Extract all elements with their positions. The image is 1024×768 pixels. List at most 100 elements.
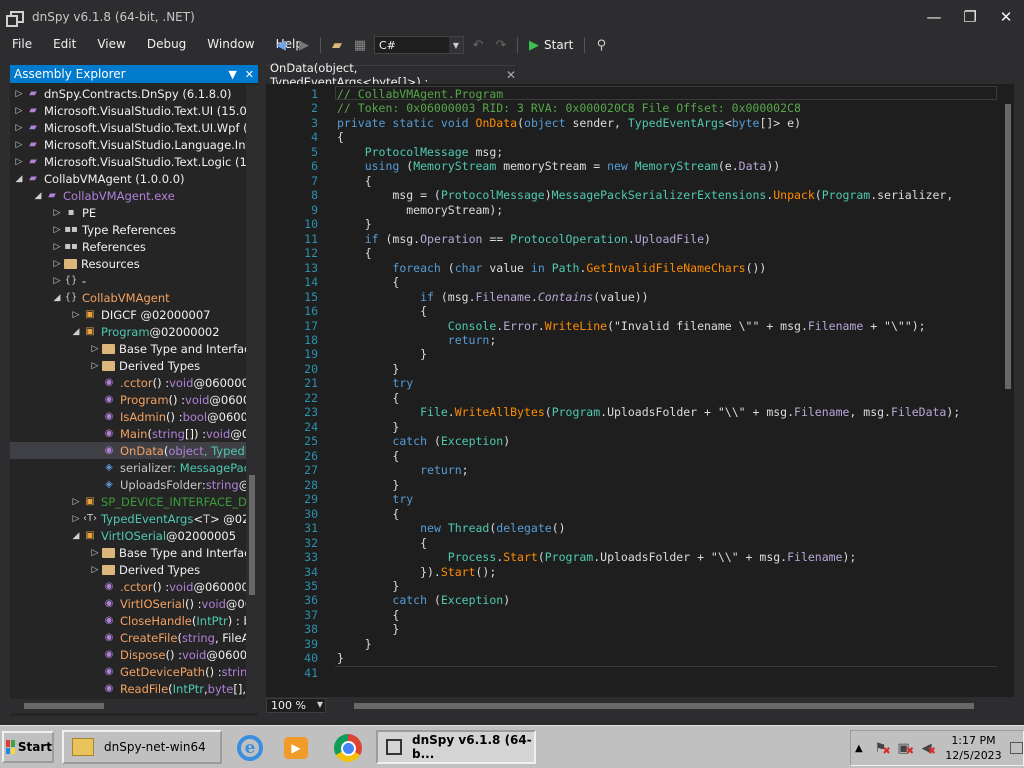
- menu-window[interactable]: Window: [195, 37, 263, 51]
- menu-debug[interactable]: Debug: [135, 37, 195, 51]
- collapsed-arrow-icon[interactable]: ▷: [90, 565, 100, 575]
- tree-item[interactable]: ▷‹T›TypedEventArgs<T> @0200: [10, 510, 246, 527]
- undo-icon[interactable]: ↶: [469, 36, 487, 54]
- tree-item[interactable]: ▷ ▰ dnSpy.Contracts.DnSpy (6.1.8.0): [10, 85, 246, 102]
- tree-item[interactable]: ◈UploadsFolder : string @: [10, 476, 246, 493]
- tree-item[interactable]: ▷ ▪▪ Type References: [10, 221, 246, 238]
- scrollbar-thumb[interactable]: [1005, 104, 1011, 389]
- internet-explorer-icon[interactable]: e: [234, 732, 266, 764]
- collapsed-arrow-icon[interactable]: ▷: [52, 259, 62, 269]
- collapsed-arrow-icon[interactable]: ▷: [90, 361, 100, 371]
- tree-item[interactable]: ▷ ▰ Microsoft.VisualStudio.Text.UI.Wpf (15…: [10, 119, 246, 136]
- tree-item[interactable]: ◉ Dispose() : void @06000: [10, 646, 246, 663]
- tree-item[interactable]: ◉OnData(object, TypedEv: [10, 442, 246, 459]
- expanded-arrow-icon[interactable]: ◢: [71, 327, 81, 337]
- navigate-back-icon[interactable]: ◀: [272, 36, 290, 54]
- start-debugging-button[interactable]: ▶ Start: [525, 38, 577, 53]
- tree-item[interactable]: ▷ ▰ Microsoft.VisualStudio.Text.UI (15.0.0…: [10, 102, 246, 119]
- editor-vertical-scrollbar[interactable]: [1002, 84, 1014, 684]
- tree-item[interactable]: ◈ serializer : MessagePack: [10, 459, 246, 476]
- media-player-icon[interactable]: ▶: [280, 732, 312, 764]
- scrollbar-thumb[interactable]: [354, 703, 974, 709]
- tree-item[interactable]: ◉ IsAdmin() : bool @06000: [10, 408, 246, 425]
- volume-icon[interactable]: ◀ ✖: [920, 740, 937, 757]
- expanded-arrow-icon[interactable]: ◢: [14, 174, 24, 184]
- tree-item[interactable]: ◉ ReadFile(IntPtr, byte [],: [10, 680, 246, 697]
- taskbar-item-dnspy[interactable]: dnSpy v6.1.8 (64-b...: [376, 730, 536, 764]
- close-button[interactable]: ✕: [988, 0, 1024, 34]
- tree-item[interactable]: ▷ Derived Types: [10, 561, 246, 578]
- tree-item[interactable]: ◉CloseHandle(IntPtr) : bo: [10, 612, 246, 629]
- tree-item[interactable]: ◉Main(string[]) : void @06: [10, 425, 246, 442]
- menu-file[interactable]: File: [0, 37, 41, 51]
- tree-item[interactable]: ◉CreateFile(string, FileAcc: [10, 629, 246, 646]
- tree-item[interactable]: ▷ ▪ PE: [10, 204, 246, 221]
- tree-item[interactable]: ▷ ▣ DIGCF @02000007: [10, 306, 246, 323]
- chrome-icon[interactable]: [332, 732, 364, 764]
- tree-item[interactable]: ◉ Program() : void @06000: [10, 391, 246, 408]
- panel-close-icon[interactable]: ✕: [245, 68, 254, 81]
- tree-item[interactable]: ◢ ▣ VirtIOSerial @02000005: [10, 527, 246, 544]
- zoom-select[interactable]: 100 % ▼: [266, 698, 326, 713]
- tree-horizontal-scrollbar[interactable]: [10, 699, 258, 713]
- tree-item[interactable]: ◉ VirtIOSerial() : void @06: [10, 595, 246, 612]
- redo-icon[interactable]: ↷: [492, 36, 510, 54]
- menu-view[interactable]: View: [85, 37, 134, 51]
- start-button[interactable]: Start: [2, 731, 54, 763]
- tree-item[interactable]: ◉ .cctor() : void @0600000: [10, 374, 246, 391]
- tree-item[interactable]: ◉ .cctor() : void @060000: [10, 578, 246, 595]
- open-list-icon[interactable]: ▦: [351, 36, 369, 54]
- editor-horizontal-scrollbar[interactable]: [342, 699, 1010, 712]
- collapsed-arrow-icon[interactable]: ▷: [14, 140, 24, 150]
- minimize-button[interactable]: —: [916, 0, 952, 34]
- tree-item[interactable]: ▷ ▪▪ References: [10, 238, 246, 255]
- panel-dropdown-icon[interactable]: ▼: [228, 68, 236, 81]
- show-hidden-icons-icon[interactable]: ▲: [855, 743, 868, 754]
- scrollbar-thumb[interactable]: [249, 475, 255, 595]
- menu-edit[interactable]: Edit: [41, 37, 85, 51]
- tree-item[interactable]: ▷ Base Type and Interface: [10, 340, 246, 357]
- tree-vertical-scrollbar[interactable]: [246, 85, 258, 705]
- expanded-arrow-icon[interactable]: ◢: [52, 293, 62, 303]
- collapsed-arrow-icon[interactable]: ▷: [90, 548, 100, 558]
- tree-item[interactable]: ◢ ▣ Program @02000002: [10, 323, 246, 340]
- tree-item[interactable]: ▷ ▰ Microsoft.VisualStudio.Language.Intell…: [10, 136, 246, 153]
- open-file-icon[interactable]: ▰: [328, 36, 346, 54]
- navigate-forward-icon[interactable]: ▶: [295, 36, 313, 54]
- tree-item[interactable]: ▷ Derived Types: [10, 357, 246, 374]
- clock[interactable]: 1:17 PM 12/5/2023: [945, 733, 1001, 763]
- tree-item[interactable]: ◢{} CollabVMAgent: [10, 289, 246, 306]
- tree-item[interactable]: ◢ ▰ CollabVMAgent (1.0.0.0): [10, 170, 246, 187]
- collapsed-arrow-icon[interactable]: ▷: [14, 123, 24, 133]
- notifications-icon[interactable]: [1009, 742, 1024, 754]
- tree-item[interactable]: ▷ ▣ SP_DEVICE_INTERFACE_DA: [10, 493, 246, 510]
- taskbar-item-explorer[interactable]: dnSpy-net-win64: [62, 730, 222, 764]
- tab-close-icon[interactable]: ✕: [506, 68, 516, 82]
- tree-item[interactable]: ◉ GetDevicePath() : string: [10, 663, 246, 680]
- collapsed-arrow-icon[interactable]: ▷: [52, 208, 62, 218]
- tree-item[interactable]: ▷ Base Type and Interface: [10, 544, 246, 561]
- collapsed-arrow-icon[interactable]: ▷: [71, 310, 81, 320]
- code-editor[interactable]: 1 // CollabVMAgent.Program 2 // Token: 0x06…: [266, 84, 1014, 697]
- search-icon[interactable]: ⚲: [592, 36, 610, 54]
- tree-item[interactable]: ▷ ▰ Microsoft.VisualStudio.Text.Logic (15.…: [10, 153, 246, 170]
- collapsed-arrow-icon[interactable]: ▷: [14, 157, 24, 167]
- language-select[interactable]: C# ▼: [374, 36, 464, 54]
- collapsed-arrow-icon[interactable]: ▷: [52, 242, 62, 252]
- tree-item[interactable]: ▷ Resources: [10, 255, 246, 272]
- scrollbar-thumb[interactable]: [24, 703, 104, 709]
- assembly-tree[interactable]: ▷ ▰ dnSpy.Contracts.DnSpy (6.1.8.0) ▷ ▰ Micro…: [10, 85, 246, 705]
- collapsed-arrow-icon[interactable]: ▷: [52, 225, 62, 235]
- collapsed-arrow-icon[interactable]: ▷: [90, 344, 100, 354]
- collapsed-arrow-icon[interactable]: ▷: [71, 514, 81, 524]
- collapsed-arrow-icon[interactable]: ▷: [52, 276, 62, 286]
- action-center-icon[interactable]: ⚑ ✖: [874, 740, 891, 757]
- expanded-arrow-icon[interactable]: ◢: [33, 191, 43, 201]
- collapsed-arrow-icon[interactable]: ▷: [14, 89, 24, 99]
- tree-item[interactable]: ◢ ▰ CollabVMAgent.exe: [10, 187, 246, 204]
- collapsed-arrow-icon[interactable]: ▷: [14, 106, 24, 116]
- expanded-arrow-icon[interactable]: ◢: [71, 531, 81, 541]
- network-icon[interactable]: ▣ ✖: [897, 740, 914, 757]
- tree-item[interactable]: ▷{} -: [10, 272, 246, 289]
- collapsed-arrow-icon[interactable]: ▷: [71, 497, 81, 507]
